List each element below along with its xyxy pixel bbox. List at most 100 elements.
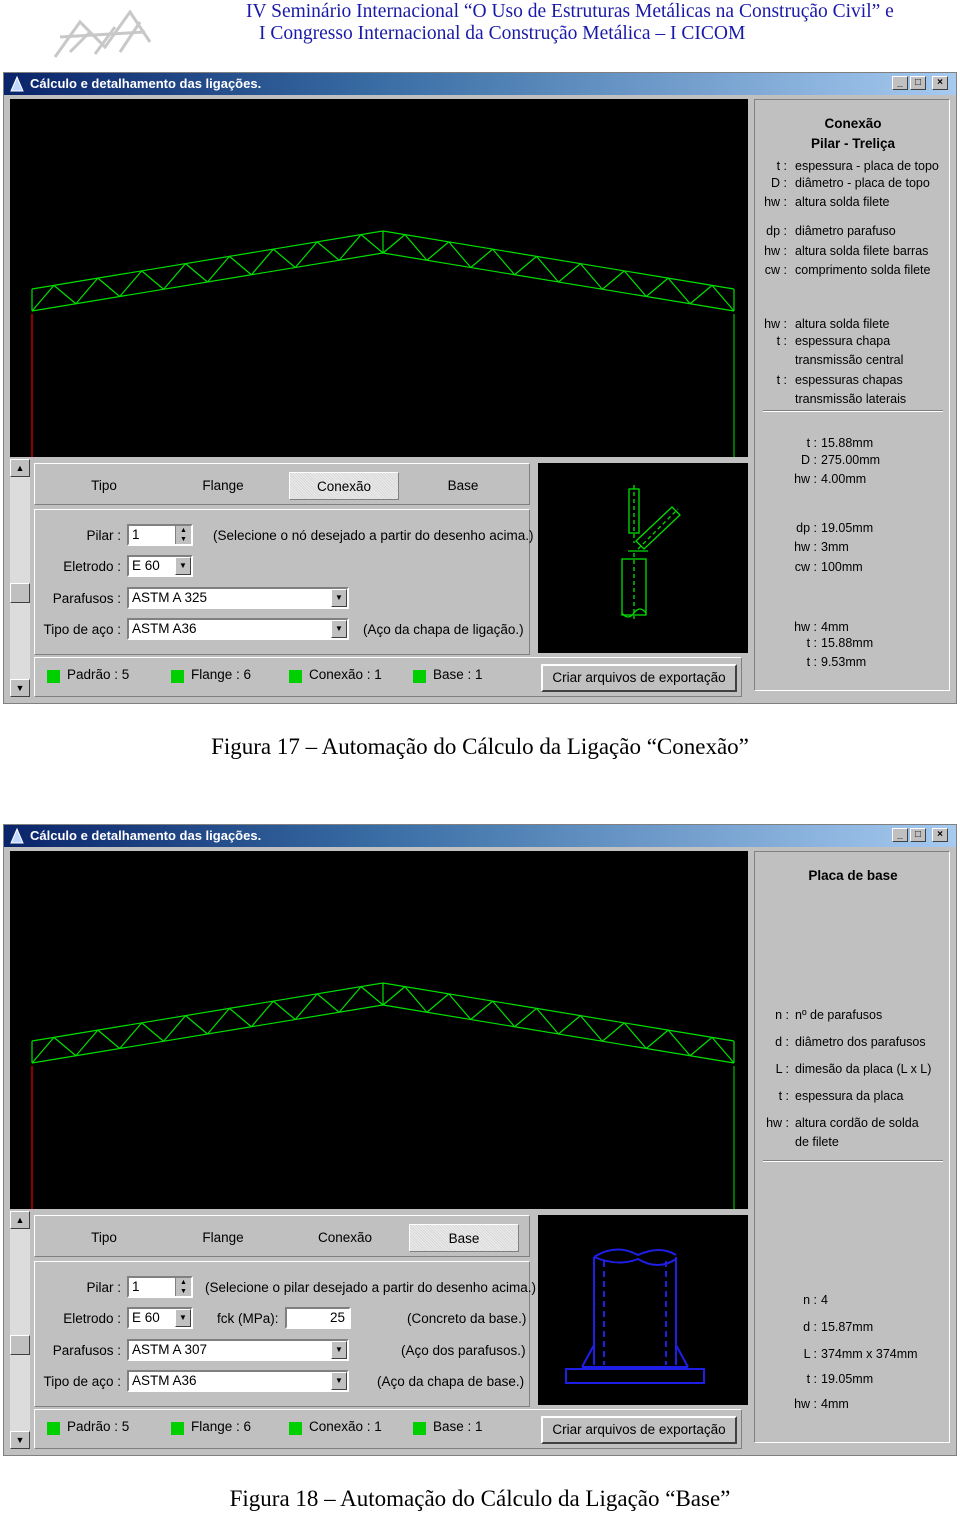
legend-panel: Placa de base n : nº de parafusos d : di… — [754, 851, 950, 1443]
status-base: Base : 1 — [433, 667, 483, 682]
tab-tipo[interactable]: Tipo — [75, 472, 133, 500]
spinner-arrows[interactable]: ▲ ▼ — [175, 1278, 191, 1296]
legend-key: D : — [771, 176, 787, 190]
spinner-arrows[interactable]: ▲ ▼ — [175, 526, 191, 544]
close-button[interactable]: × — [932, 76, 948, 90]
maximize-button[interactable]: □ — [910, 76, 926, 90]
vertical-scrollbar[interactable]: ▲ ▼ — [10, 459, 30, 697]
status-square-icon — [171, 1422, 184, 1435]
document-header: IV Seminário Internacional “O Uso de Est… — [0, 0, 960, 66]
tab-base[interactable]: Base — [431, 472, 495, 500]
close-button[interactable]: × — [932, 828, 948, 842]
parafusos-value: ASTM A 307 — [132, 1342, 208, 1357]
eletrodo-select[interactable]: E 60 ▼ — [127, 1307, 193, 1329]
legend-text: transmissão laterais — [795, 392, 907, 406]
header-line2: I Congresso Internacional da Construção … — [259, 23, 746, 44]
chevron-down-icon[interactable]: ▼ — [175, 557, 191, 575]
value-text: 4mm — [821, 620, 849, 634]
fck-input[interactable]: 25 — [285, 1307, 351, 1329]
window-conexao: Cálculo e detalhamento das ligações. _ □… — [3, 72, 957, 704]
legend-key: t : — [778, 1089, 789, 1103]
tab-conexao[interactable]: Conexão — [289, 472, 399, 500]
aco-select[interactable]: ASTM A36 ▼ — [127, 618, 349, 640]
value-text: 3mm — [821, 540, 849, 554]
legend-text: altura solda filete — [795, 317, 890, 331]
value-key: hw : — [794, 620, 817, 634]
legend-key: L : — [775, 1062, 789, 1076]
chevron-down-icon[interactable]: ▼ — [331, 589, 347, 607]
value-key: L : — [803, 1347, 817, 1361]
chevron-down-icon[interactable]: ▼ — [175, 1309, 191, 1327]
maximize-button[interactable]: □ — [910, 828, 926, 842]
tab-flange[interactable]: Flange — [185, 472, 261, 500]
legend-key: cw : — [764, 263, 787, 277]
legend-text: transmissão central — [795, 353, 904, 367]
parafusos-label: Parafusos : — [52, 591, 121, 606]
tab-base[interactable]: Base — [409, 1224, 519, 1252]
tab-conexao[interactable]: Conexão — [305, 1224, 385, 1252]
scroll-down-button[interactable]: ▼ — [10, 679, 30, 697]
parafusos-value: ASTM A 325 — [132, 590, 208, 605]
value-text: 275.00mm — [821, 453, 881, 467]
aco-hint: (Aço da chapa de ligação.) — [363, 622, 524, 637]
value-key: t : — [806, 655, 817, 669]
status-padrao: Padrão : 5 — [67, 667, 130, 682]
value-text: 100mm — [821, 560, 863, 574]
tab-tipo[interactable]: Tipo — [75, 1224, 133, 1252]
scroll-thumb[interactable] — [10, 583, 30, 603]
value-key: hw : — [794, 540, 817, 554]
legend-text: nº de parafusos — [795, 1008, 883, 1022]
value-key: hw : — [794, 472, 817, 486]
fck-hint: (Concreto da base.) — [407, 1311, 527, 1326]
chevron-down-icon[interactable]: ▼ — [331, 620, 347, 638]
pilar-value: 1 — [132, 1279, 140, 1294]
value-text: 15.88mm — [821, 436, 874, 450]
legend-key: dp : — [766, 224, 787, 238]
structure-canvas[interactable] — [10, 99, 748, 457]
aco-value: ASTM A36 — [132, 1373, 197, 1388]
caption-figure-18: Figura 18 – Automação do Cálculo da Liga… — [229, 1486, 731, 1511]
seminar-logo — [53, 9, 152, 58]
value-text: 9.53mm — [821, 655, 867, 669]
scroll-up-button[interactable]: ▲ — [10, 1211, 30, 1229]
export-button[interactable]: Criar arquivos de exportação — [541, 1416, 737, 1444]
parafusos-select[interactable]: ASTM A 325 ▼ — [127, 587, 349, 609]
scroll-down-button[interactable]: ▼ — [10, 1431, 30, 1449]
structure-canvas[interactable] — [10, 851, 748, 1209]
minimize-button[interactable]: _ — [892, 76, 908, 90]
aco-value: ASTM A36 — [132, 621, 197, 636]
eletrodo-select[interactable]: E 60 ▼ — [127, 555, 193, 577]
status-square-icon — [413, 1422, 426, 1435]
pilar-spinner[interactable]: 1 ▲ ▼ — [127, 524, 193, 546]
pilar-label: Pilar : — [86, 528, 121, 543]
chevron-down-icon[interactable]: ▼ — [331, 1341, 347, 1359]
window-title: Cálculo e detalhamento das ligações. — [30, 828, 262, 843]
value-key: d : — [803, 1320, 817, 1334]
value-key: n : — [803, 1293, 817, 1307]
legend-key: t : — [776, 159, 787, 173]
aco-select[interactable]: ASTM A36 ▼ — [127, 1370, 349, 1392]
pilar-spinner[interactable]: 1 ▲ ▼ — [127, 1276, 193, 1298]
tab-flange[interactable]: Flange — [185, 1224, 261, 1252]
status-square-icon — [289, 670, 302, 683]
truss-drawing[interactable] — [10, 99, 748, 457]
value-key: t : — [806, 1372, 817, 1386]
parafusos-label: Parafusos : — [52, 1343, 121, 1358]
export-button[interactable]: Criar arquivos de exportação — [541, 664, 737, 692]
value-text: 4 — [821, 1293, 828, 1307]
vertical-scrollbar[interactable]: ▲ ▼ — [10, 1211, 30, 1449]
value-text: 19.05mm — [821, 521, 874, 535]
scroll-up-button[interactable]: ▲ — [10, 459, 30, 477]
aco-label: Tipo de aço : — [43, 622, 121, 637]
legend-text: espessuras chapas — [795, 373, 903, 387]
legend-text: espessura da placa — [795, 1089, 904, 1103]
pilar-value: 1 — [132, 527, 140, 542]
scroll-thumb[interactable] — [10, 1335, 30, 1355]
pilar-hint: (Selecione o pilar desejado a partir do … — [205, 1280, 536, 1295]
minimize-button[interactable]: _ — [892, 828, 908, 842]
parafusos-select[interactable]: ASTM A 307 ▼ — [127, 1339, 349, 1361]
truss-drawing[interactable] — [10, 851, 748, 1209]
pilar-label: Pilar : — [86, 1280, 121, 1295]
chevron-down-icon[interactable]: ▼ — [331, 1372, 347, 1390]
legend-text: espessura chapa — [795, 334, 891, 348]
